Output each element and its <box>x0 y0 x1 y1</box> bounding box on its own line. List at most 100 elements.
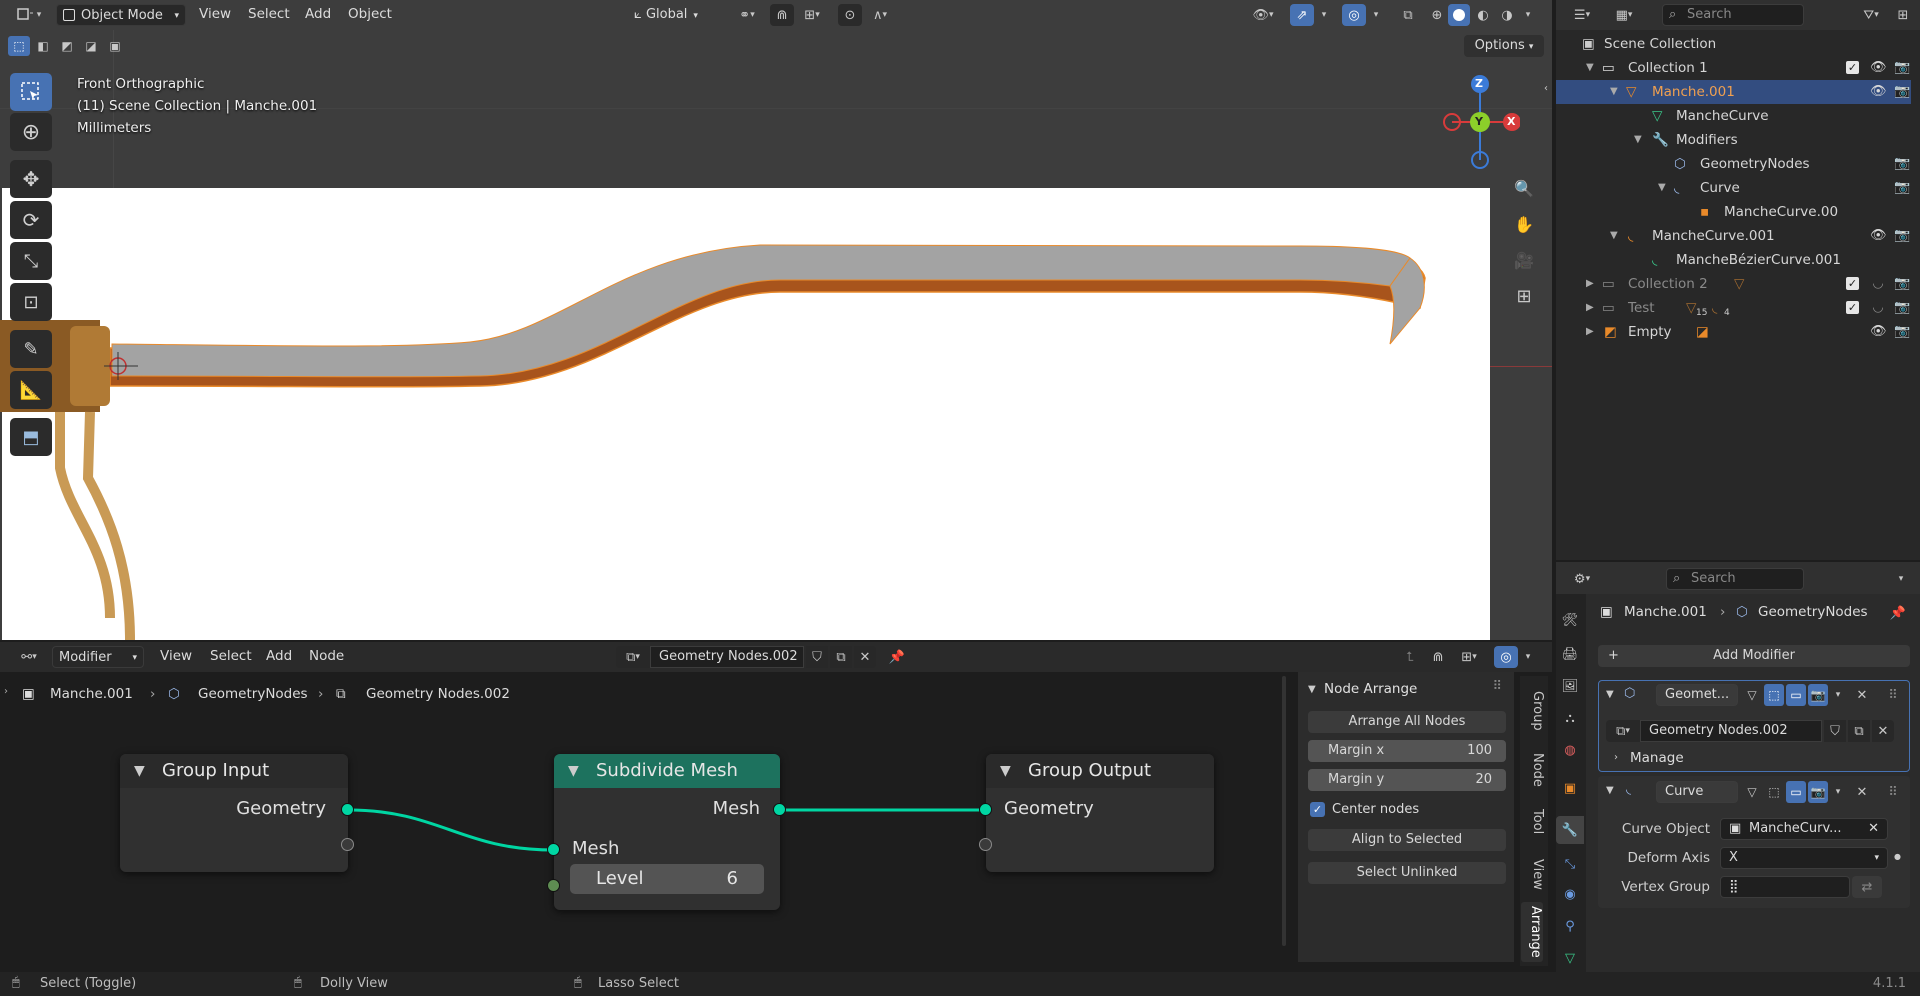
eye-closed-icon[interactable]: ◡ <box>1870 276 1886 292</box>
fake-user-shield-icon[interactable]: ⛉ <box>1824 720 1846 742</box>
chevron-down-icon[interactable]: ▼ <box>1308 684 1316 695</box>
arrange-all-nodes-button[interactable]: Arrange All Nodes <box>1308 711 1506 733</box>
tab-node[interactable]: Node <box>1523 748 1545 792</box>
chevron-right-icon[interactable]: ▶ <box>1586 320 1594 344</box>
collection-2-row[interactable]: ▶ ▭ Collection 2 ▽ ✓ ◡ 📷 <box>1556 272 1911 296</box>
collection-1-row[interactable]: ▼ ▭ Collection 1 ✓ 👁 📷 <box>1556 56 1911 80</box>
margin-y-field[interactable]: Margin y 20 <box>1308 769 1506 791</box>
geometrynodes-row[interactable]: ⬡ GeometryNodes 📷 <box>1556 152 1911 176</box>
modifier-tab-icon[interactable]: 🔧 <box>1556 816 1584 844</box>
curve-modifier-name-field[interactable]: Curve <box>1656 781 1738 803</box>
transform-orientation-dropdown[interactable]: ⟀ Global ▾ <box>628 4 724 26</box>
pin-icon[interactable]: 📌 <box>1888 604 1908 622</box>
group-input-empty-socket[interactable] <box>341 838 354 851</box>
remove-modifier-x-icon[interactable]: ✕ <box>1852 684 1872 706</box>
constraints-tab-icon[interactable]: ⚲ <box>1556 912 1584 940</box>
camera-icon[interactable]: 📷 <box>1894 84 1910 100</box>
manchecurve-001-row[interactable]: ▼ ◟ MancheCurve.001 👁 📷 <box>1556 224 1911 248</box>
snap-target-icon[interactable]: ⊞ ▾ <box>796 4 828 26</box>
on-cage-toggle-icon[interactable]: ⬚ <box>1764 781 1784 803</box>
visibility-icon[interactable]: 👁 ▾ <box>1246 4 1280 26</box>
node-snap-icon[interactable]: ⋒ <box>1426 646 1450 668</box>
tool-transform[interactable]: ⊡ <box>10 283 52 321</box>
snap-icon[interactable]: ⋒ <box>770 4 794 26</box>
camera-view-icon[interactable]: 🎥 <box>1510 246 1538 274</box>
node-snap-target-icon[interactable]: ⊞ ▾ <box>1452 646 1486 668</box>
panel-drag-icon[interactable]: ⠿ <box>1492 679 1502 694</box>
chevron-down-icon[interactable]: ▼ <box>1000 754 1011 788</box>
pan-hand-icon[interactable]: ✋ <box>1510 210 1538 238</box>
chevron-down-icon[interactable]: ▼ <box>1606 785 1614 796</box>
manche-curve-object[interactable] <box>0 188 1490 640</box>
empty-row[interactable]: ▶ ◩ Empty ◪ 👁 📷 <box>1556 320 1911 344</box>
deform-axis-dropdown[interactable]: X ▾ <box>1720 847 1888 869</box>
add-modifier-button[interactable]: + Add Modifier <box>1598 645 1910 667</box>
eye-icon[interactable]: 👁 <box>1870 324 1887 340</box>
level-field[interactable]: Level 6 <box>570 864 764 894</box>
select-unlinked-button[interactable]: Select Unlinked <box>1308 862 1506 884</box>
eye-icon[interactable]: 👁 <box>1870 60 1887 76</box>
mode-dropdown[interactable]: Object Mode ▾ <box>56 4 186 26</box>
camera-icon[interactable]: 📷 <box>1894 324 1910 340</box>
center-nodes-label[interactable]: Center nodes <box>1332 802 1419 817</box>
editor-type-icon[interactable]: ▾ <box>10 4 48 26</box>
invert-arrows-icon[interactable]: ⇄ <box>1852 876 1882 898</box>
scene-collection-row[interactable]: ▣ Scene Collection <box>1556 32 1911 56</box>
remove-modifier-x-icon[interactable]: ✕ <box>1852 781 1872 803</box>
panel-title[interactable]: Node Arrange <box>1324 681 1417 697</box>
tool-select-box[interactable] <box>10 73 52 111</box>
node-overlay-dropdown-icon[interactable]: ▾ <box>1520 646 1536 668</box>
edit-mode-toggle-icon[interactable]: ▽ <box>1742 781 1762 803</box>
group-output-header[interactable]: ▼ Group Output <box>986 754 1214 788</box>
node-overlay-icon[interactable]: ◎ <box>1494 646 1518 668</box>
duplicate-icon[interactable]: ⧉ <box>1848 720 1870 742</box>
menu-view[interactable]: View <box>199 6 231 22</box>
align-to-selected-button[interactable]: Align to Selected <box>1308 829 1506 851</box>
zoom-icon[interactable]: 🔍 <box>1510 174 1538 202</box>
render-toggle-icon[interactable]: 📷 <box>1808 684 1828 706</box>
chevron-down-icon[interactable]: ▼ <box>1586 56 1594 80</box>
parent-node-tree-icon[interactable]: ⮤ <box>1398 646 1422 668</box>
panel-drag-icon[interactable]: ⠿ <box>1884 781 1902 803</box>
render-toggle-icon[interactable]: 📷 <box>1808 781 1828 803</box>
manchebeziercurve-row[interactable]: ◟ MancheBézierCurve.001 <box>1556 248 1911 272</box>
sidebar-toggle-icon[interactable]: ‹ <box>1540 80 1552 96</box>
curve-object-field[interactable]: ▣ MancheCurv... ✕ <box>1720 818 1888 840</box>
display-mode-icon[interactable]: ▦ ▾ <box>1606 4 1642 26</box>
ortho-toggle-icon[interactable]: ⊞ <box>1510 282 1538 310</box>
animate-dot-icon[interactable]: ● <box>1894 852 1901 861</box>
tool-cursor[interactable]: ⊕ <box>10 113 52 151</box>
eye-icon[interactable]: 👁 <box>1870 228 1887 244</box>
properties-search-input[interactable]: ⌕ Search <box>1666 568 1804 590</box>
chevron-down-icon[interactable]: ▼ <box>1610 80 1618 104</box>
eye-closed-icon[interactable]: ◡ <box>1870 300 1886 316</box>
options-dropdown[interactable]: Options ▾ <box>1464 35 1544 57</box>
manchecurve-mesh-row[interactable]: ▽ MancheCurve <box>1556 104 1911 128</box>
overlay-dropdown-icon[interactable]: ▾ <box>1368 4 1384 26</box>
select-intersect-icon[interactable]: ▣ <box>104 36 126 56</box>
shading-dropdown-icon[interactable]: ▾ <box>1520 4 1536 26</box>
filter-icon[interactable]: ⛛ ▾ <box>1854 4 1888 26</box>
output-tab-icon[interactable]: 🖼 <box>1556 672 1584 700</box>
subdivide-level-socket[interactable] <box>547 879 560 892</box>
solid-shading-icon[interactable] <box>1448 4 1470 26</box>
chevron-down-icon[interactable]: ▼ <box>1606 689 1614 700</box>
edit-mode-toggle-icon[interactable]: ▽ <box>1742 684 1762 706</box>
subdivide-mesh-input-socket[interactable] <box>547 843 560 856</box>
viewport-toggle-icon[interactable]: ▭ <box>1786 781 1806 803</box>
gn-node-tree-field[interactable]: Geometry Nodes.002 <box>1640 720 1822 742</box>
group-input-node[interactable]: ▼ Group Input Geometry <box>120 754 348 872</box>
breadcrumb-modifier[interactable]: GeometryNodes <box>1758 604 1868 620</box>
exclude-checkbox[interactable]: ✓ <box>1846 61 1859 74</box>
tool-rotate[interactable]: ⟳ <box>10 201 52 239</box>
subdivide-mesh-output-socket[interactable] <box>773 803 786 816</box>
chevron-right-icon[interactable]: › <box>1614 752 1618 763</box>
modifiers-row[interactable]: ▼ 🔧 Modifiers <box>1556 128 1911 152</box>
scene-tab-icon[interactable]: ⛬ <box>1556 704 1584 732</box>
node-tree-browse-icon[interactable]: ⧉ ▾ <box>1606 720 1640 742</box>
chevron-right-icon[interactable]: ▶ <box>1586 296 1594 320</box>
data-tab-icon[interactable]: ▽ <box>1556 944 1584 972</box>
modifier-menu-icon[interactable]: ▾ <box>1830 684 1846 706</box>
center-nodes-checkbox[interactable]: ✓ <box>1310 802 1325 817</box>
gizmo-dropdown-icon[interactable]: ▾ <box>1316 4 1332 26</box>
